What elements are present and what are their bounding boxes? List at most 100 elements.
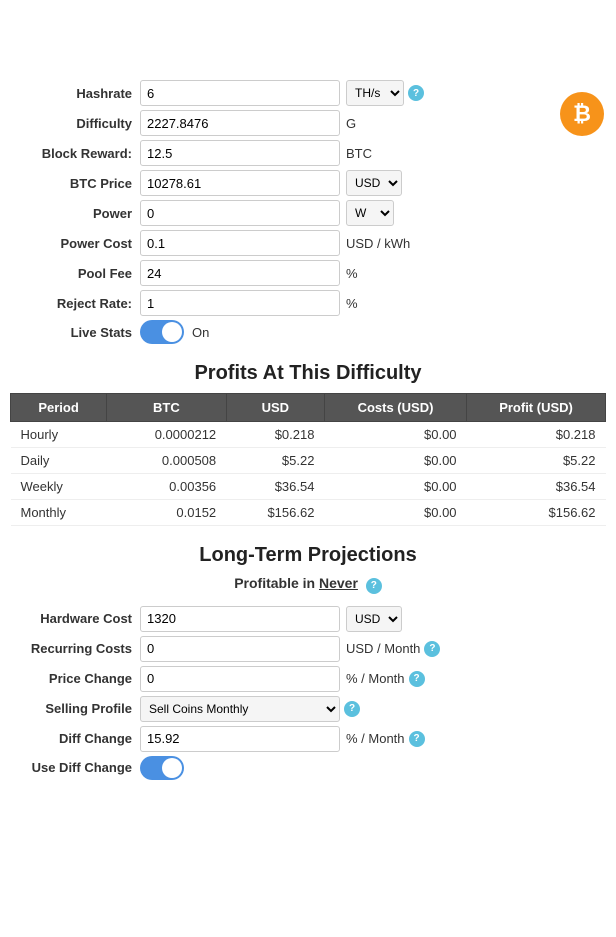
btc-price-unit-select[interactable]: USD EUR GBP <box>346 170 402 196</box>
diff-change-unit: % / Month <box>346 731 405 746</box>
use-diff-toggle[interactable] <box>140 756 184 780</box>
selling-profile-row: Selling Profile Sell Coins Monthly Hold … <box>10 696 606 722</box>
block-reward-row: Block Reward: BTC <box>10 140 606 166</box>
recurring-costs-unit: USD / Month <box>346 641 420 656</box>
hardware-cost-row: Hardware Cost USD EUR <box>10 606 606 632</box>
recurring-costs-input[interactable] <box>140 636 340 662</box>
profits-table: Period BTC USD Costs (USD) Profit (USD) … <box>10 393 606 526</box>
diff-change-row: Diff Change % / Month ? <box>10 726 606 752</box>
cell-period: Weekly <box>11 474 107 500</box>
cell-profit: $156.62 <box>467 500 606 526</box>
cell-usd: $36.54 <box>226 474 324 500</box>
longterm-title: Long-Term Projections <box>10 544 606 567</box>
block-reward-input[interactable] <box>140 140 340 166</box>
hardware-cost-label: Hardware Cost <box>10 611 140 626</box>
cell-period: Hourly <box>11 422 107 448</box>
live-stats-toggle[interactable] <box>140 320 184 344</box>
toggle-slider <box>140 320 184 344</box>
power-cost-input[interactable] <box>140 230 340 256</box>
live-stats-label: Live Stats <box>10 325 140 340</box>
selling-profile-label: Selling Profile <box>10 701 140 716</box>
profitable-help-icon[interactable]: ? <box>366 578 382 594</box>
power-cost-unit: USD / kWh <box>346 236 410 251</box>
hardware-cost-input[interactable] <box>140 606 340 632</box>
cell-profit: $5.22 <box>467 448 606 474</box>
reject-rate-input[interactable] <box>140 290 340 316</box>
cell-costs: $0.00 <box>324 448 466 474</box>
table-row: Monthly0.0152$156.62$0.00$156.62 <box>11 500 606 526</box>
price-change-help-icon[interactable]: ? <box>409 671 425 687</box>
profits-section: Profits At This Difficulty Period BTC US… <box>0 362 616 526</box>
price-change-row: Price Change % / Month ? <box>10 666 606 692</box>
profitable-line: Profitable in Never ? <box>10 575 606 594</box>
cell-costs: $0.00 <box>324 422 466 448</box>
difficulty-input[interactable] <box>140 110 340 136</box>
btc-price-row: BTC Price USD EUR GBP <box>10 170 606 196</box>
recurring-costs-help-icon[interactable]: ? <box>424 641 440 657</box>
hashrate-row: Hashrate TH/s GH/s MH/s ? <box>10 80 606 106</box>
reject-rate-row: Reject Rate: % <box>10 290 606 316</box>
cell-profit: $36.54 <box>467 474 606 500</box>
live-stats-row: Live Stats On <box>10 320 606 344</box>
use-diff-change-label: Use Diff Change <box>10 760 140 775</box>
difficulty-row: Difficulty G <box>10 110 606 136</box>
cell-btc: 0.0000212 <box>107 422 227 448</box>
reject-rate-unit: % <box>346 296 358 311</box>
pool-fee-label: Pool Fee <box>10 266 140 281</box>
recurring-costs-label: Recurring Costs <box>10 641 140 656</box>
profitable-value: Never <box>319 575 358 591</box>
hashrate-input[interactable] <box>140 80 340 106</box>
selling-profile-help-icon[interactable]: ? <box>344 701 360 717</box>
cell-costs: $0.00 <box>324 500 466 526</box>
power-cost-row: Power Cost USD / kWh <box>10 230 606 256</box>
longterm-section: Long-Term Projections Profitable in Neve… <box>0 544 616 780</box>
col-costs: Costs (USD) <box>324 394 466 422</box>
cell-usd: $5.22 <box>226 448 324 474</box>
cell-usd: $156.62 <box>226 500 324 526</box>
pool-fee-input[interactable] <box>140 260 340 286</box>
cell-btc: 0.0152 <box>107 500 227 526</box>
price-change-input[interactable] <box>140 666 340 692</box>
col-profit: Profit (USD) <box>467 394 606 422</box>
hashrate-help-icon[interactable]: ? <box>408 85 424 101</box>
hashrate-label: Hashrate <box>10 86 140 101</box>
power-unit-select[interactable]: W kW <box>346 200 394 226</box>
cell-btc: 0.00356 <box>107 474 227 500</box>
diff-change-help-icon[interactable]: ? <box>409 731 425 747</box>
difficulty-unit: G <box>346 116 356 131</box>
power-cost-label: Power Cost <box>10 236 140 251</box>
btc-price-input[interactable] <box>140 170 340 196</box>
power-input[interactable] <box>140 200 340 226</box>
live-stats-on-label: On <box>192 325 209 340</box>
calculator-form: Hashrate TH/s GH/s MH/s ? Difficulty G B… <box>0 80 616 344</box>
cell-profit: $0.218 <box>467 422 606 448</box>
cell-period: Monthly <box>11 500 107 526</box>
col-btc: BTC <box>107 394 227 422</box>
profits-title: Profits At This Difficulty <box>10 362 606 385</box>
price-change-unit: % / Month <box>346 671 405 686</box>
block-reward-label: Block Reward: <box>10 146 140 161</box>
use-diff-change-row: Use Diff Change <box>10 756 606 780</box>
selling-profile-select[interactable]: Sell Coins Monthly Hold Coins Sell Coins… <box>140 696 340 722</box>
recurring-costs-row: Recurring Costs USD / Month ? <box>10 636 606 662</box>
table-row: Hourly0.0000212$0.218$0.00$0.218 <box>11 422 606 448</box>
power-row: Power W kW <box>10 200 606 226</box>
power-label: Power <box>10 206 140 221</box>
cell-period: Daily <box>11 448 107 474</box>
table-row: Weekly0.00356$36.54$0.00$36.54 <box>11 474 606 500</box>
diff-change-input[interactable] <box>140 726 340 752</box>
hashrate-unit-select[interactable]: TH/s GH/s MH/s <box>346 80 404 106</box>
cell-costs: $0.00 <box>324 474 466 500</box>
diff-change-label: Diff Change <box>10 731 140 746</box>
use-diff-slider <box>140 756 184 780</box>
price-change-label: Price Change <box>10 671 140 686</box>
hardware-cost-unit-select[interactable]: USD EUR <box>346 606 402 632</box>
profitable-label: Profitable in <box>234 575 315 591</box>
col-usd: USD <box>226 394 324 422</box>
table-row: Daily0.000508$5.22$0.00$5.22 <box>11 448 606 474</box>
difficulty-label: Difficulty <box>10 116 140 131</box>
cell-usd: $0.218 <box>226 422 324 448</box>
reject-rate-label: Reject Rate: <box>10 296 140 311</box>
btc-price-label: BTC Price <box>10 176 140 191</box>
live-stats-toggle-container: On <box>140 320 209 344</box>
